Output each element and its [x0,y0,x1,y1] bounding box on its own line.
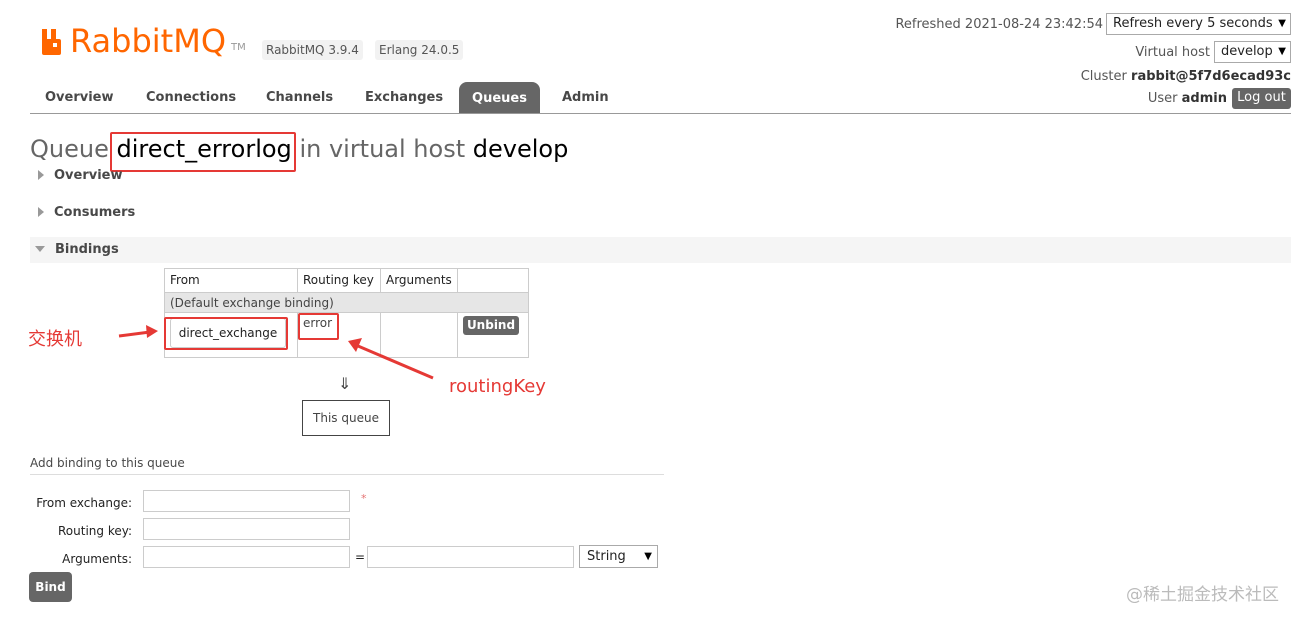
tabs-divider [30,113,1291,114]
routing-key-input[interactable] [143,518,350,540]
tab-queues[interactable]: Queues [459,82,540,114]
table-header-routing-key: Routing key [303,273,374,287]
table-header-from: From [170,273,200,287]
title-prefix: Queue [30,135,109,163]
erlang-version-badge: Erlang 24.0.5 [375,40,464,60]
required-marker: * [361,492,367,505]
bind-button[interactable]: Bind [29,572,72,602]
table-col-divider [457,268,458,358]
add-binding-divider [30,474,664,475]
argument-type-select[interactable]: String ▼ [579,545,658,568]
arguments-label: Arguments: [62,552,132,566]
argument-value-input[interactable] [367,546,574,568]
section-overview-label: Overview [54,168,123,183]
routing-key-label: Routing key: [58,524,132,538]
cluster-info: Cluster rabbit@5f7d6ecad93c [1081,69,1291,84]
refresh-interval-select[interactable]: Refresh every 5 seconds ▼ [1106,13,1291,35]
title-vhost: develop [472,135,569,163]
tab-channels[interactable]: Channels [266,82,333,114]
chevron-down-icon: ▼ [1278,46,1286,57]
exchange-highlight [164,317,288,350]
chevron-right-icon [38,170,44,180]
user-label: User [1147,91,1178,106]
tab-exchanges[interactable]: Exchanges [365,82,443,114]
chevron-down-icon: ▼ [1278,18,1286,29]
chevron-right-icon [38,207,44,217]
default-exchange-binding-row: (Default exchange binding) [165,292,528,313]
refresh-interval-value: Refresh every 5 seconds [1113,16,1273,31]
this-queue-box: This queue [302,400,390,436]
title-middle: in virtual host [299,135,466,163]
rabbitmq-version-badge: RabbitMQ 3.9.4 [262,40,363,60]
rabbitmq-logo-icon [42,29,61,55]
refreshed-timestamp: Refreshed 2021-08-24 23:42:54 [895,17,1103,32]
logout-button[interactable]: Log out [1232,88,1291,109]
section-overview-toggle[interactable]: Overview [38,168,123,183]
tab-connections[interactable]: Connections [146,82,236,114]
table-header-arguments: Arguments [386,273,452,287]
tab-admin[interactable]: Admin [562,82,609,114]
logo-text: RabbitMQ [70,22,226,60]
chevron-down-icon [35,246,45,252]
cluster-label: Cluster [1080,69,1127,84]
logo-trademark: TM [231,42,246,53]
watermark: @稀土掘金技术社区 [1126,585,1279,605]
equals-sign: = [355,550,366,564]
queue-name-highlight [110,132,296,172]
unbind-button[interactable]: Unbind [463,316,519,335]
cluster-name: rabbit@5f7d6ecad93c [1131,69,1291,84]
section-consumers-toggle[interactable]: Consumers [38,205,135,220]
virtual-host-label: Virtual host [1135,45,1210,60]
section-consumers-label: Consumers [54,205,136,220]
down-arrow-icon: ⇓ [338,374,352,393]
user-info: User admin [1148,91,1227,106]
section-bindings-toggle[interactable]: Bindings [35,242,119,257]
routing-key-highlight [298,313,339,340]
virtual-host-select[interactable]: develop ▼ [1214,41,1291,63]
from-exchange-input[interactable] [143,490,350,512]
argument-type-value: String [587,549,626,564]
virtual-host-value: develop [1221,44,1273,59]
arrow-to-exchange-icon [118,325,158,338]
tab-overview[interactable]: Overview [45,82,114,114]
annotation-exchange: 交换机 [28,329,82,350]
annotation-routing-key: routingKey [449,376,546,397]
user-name: admin [1181,91,1227,106]
chevron-down-icon: ▼ [644,551,652,562]
section-bindings-label: Bindings [55,242,119,257]
argument-key-input[interactable] [143,546,350,568]
add-binding-title: Add binding to this queue [30,456,185,470]
from-exchange-label: From exchange: [36,496,132,510]
bindings-header-bar [30,237,1291,263]
